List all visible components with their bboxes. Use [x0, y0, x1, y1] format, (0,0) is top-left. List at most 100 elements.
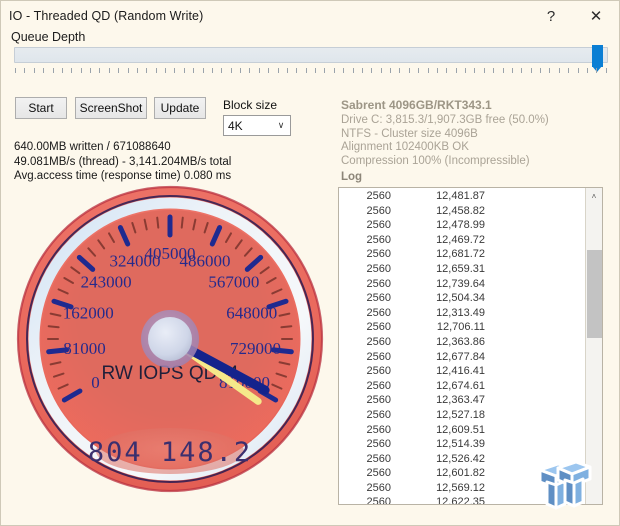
slider-tick: [427, 68, 429, 73]
slider-tick: [343, 68, 345, 73]
stats-written: 640.00MB written / 671088640: [14, 141, 171, 153]
log-row[interactable]: 2560 12,458.82: [339, 204, 584, 219]
log-row[interactable]: 2560 12,527.18: [339, 408, 584, 423]
slider-tick: [605, 68, 607, 73]
slider-tick: [530, 68, 532, 73]
log-row[interactable]: 2560 12,514.39: [339, 437, 584, 452]
slider-tick: [418, 68, 420, 73]
update-button[interactable]: Update: [154, 97, 206, 119]
log-row-value: 12,478.99: [436, 219, 485, 232]
slider-tick: [221, 68, 223, 73]
slider-tick: [352, 68, 354, 73]
queue-depth-slider[interactable]: [14, 45, 608, 81]
log-row-qd: 2560: [366, 350, 391, 363]
gauge-svg: 0810001620002430003240004050004860005670…: [16, 185, 324, 493]
gauge-tick-label: 486000: [179, 251, 230, 270]
slider-tick: [193, 68, 195, 73]
slider-tick: [52, 68, 54, 73]
slider-tick: [249, 68, 251, 73]
slider-tick: [493, 68, 495, 73]
gauge-tick-label: 81000: [63, 339, 106, 358]
log-row[interactable]: 2560 12,609.51: [339, 423, 584, 438]
slider-tick: [502, 68, 504, 73]
log-scrollbar[interactable]: ˄: [585, 188, 602, 504]
log-row-value: 12,527.18: [436, 408, 485, 421]
log-row[interactable]: 2560 12,674.61: [339, 379, 584, 394]
slider-tick: [446, 68, 448, 73]
screenshot-button[interactable]: ScreenShot: [75, 97, 147, 119]
log-row-value: 12,416.41: [436, 365, 485, 378]
log-row[interactable]: 2560 12,363.86: [339, 335, 584, 350]
log-row-qd: 2560: [366, 496, 391, 504]
gauge-tick-label: 243000: [81, 272, 132, 291]
log-row[interactable]: 2560 12,504.34: [339, 291, 584, 306]
gauge-tick-label: 729000: [230, 339, 281, 358]
log-row[interactable]: 2560 12,478.99: [339, 218, 584, 233]
slider-tick: [258, 68, 260, 73]
log-row[interactable]: 2560 12,313.49: [339, 306, 584, 321]
slider-tick: [136, 68, 138, 73]
log-row-value: 12,363.86: [436, 335, 485, 348]
slider-tick: [596, 68, 598, 73]
log-row-value: 12,313.49: [436, 306, 485, 319]
drive-capacity: Drive C: 3,815.3/1,907.3GB free (50.0%): [341, 114, 549, 126]
slider-track[interactable]: [14, 47, 608, 63]
slider-tick: [174, 68, 176, 73]
slider-tick: [155, 68, 157, 73]
log-row[interactable]: 2560 12,681.72: [339, 247, 584, 262]
slider-tick: [315, 68, 316, 73]
log-row-qd: 2560: [366, 365, 391, 378]
help-button[interactable]: ?: [529, 2, 573, 31]
log-row-qd: 2560: [366, 262, 391, 275]
slider-tick: [127, 68, 129, 73]
log-row[interactable]: 2560 12,659.31: [339, 262, 584, 277]
log-row[interactable]: 2560 12,469.72: [339, 233, 584, 248]
log-row-value: 12,609.51: [436, 423, 485, 436]
slider-tick: [390, 68, 391, 73]
slider-tick: [43, 68, 45, 73]
gauge-minor-tick: [47, 325, 60, 329]
slider-tick: [568, 68, 570, 73]
start-button[interactable]: Start: [15, 97, 67, 119]
slider-tick: [33, 68, 35, 73]
slider-tick: [474, 68, 476, 73]
log-row-qd: 2560: [366, 423, 391, 436]
gauge-value-display: 804 148.2: [88, 437, 252, 468]
slider-tick: [483, 68, 485, 73]
block-size-value: 4K: [228, 118, 243, 133]
slider-thumb[interactable]: [592, 45, 603, 72]
slider-tick: [202, 68, 204, 73]
log-row-value: 12,481.87: [436, 190, 485, 202]
log-row-value: 12,526.42: [436, 452, 485, 465]
close-button[interactable]: ✕: [573, 2, 619, 31]
slider-tick: [540, 68, 541, 73]
slider-ticks: [15, 68, 607, 76]
log-row[interactable]: 2560 12,739.64: [339, 277, 584, 292]
scroll-up-icon[interactable]: ˄: [586, 188, 602, 205]
stats-throughput: 49.081MB/s (thread) - 3,141.204MB/s tota…: [14, 155, 232, 168]
slider-tick: [230, 68, 232, 73]
log-row[interactable]: 2560 12,363.47: [339, 393, 584, 408]
gauge-tick-label: 567000: [208, 272, 259, 291]
block-size-label: Block size: [223, 98, 278, 112]
log-row-value: 12,458.82: [436, 204, 485, 217]
block-size-select[interactable]: 4K ∨: [223, 115, 291, 136]
scrollbar-thumb[interactable]: [587, 250, 602, 338]
slider-tick: [586, 68, 588, 73]
log-row-value: 12,469.72: [436, 233, 485, 246]
log-row[interactable]: 2560 12,416.41: [339, 364, 584, 379]
slider-tick: [61, 68, 63, 73]
log-row-value: 12,681.72: [436, 248, 485, 261]
log-row[interactable]: 2560 12,706.11: [339, 320, 584, 335]
log-row-qd: 2560: [366, 306, 391, 319]
log-row[interactable]: 2560 12,677.84: [339, 350, 584, 365]
slider-tick: [436, 68, 438, 73]
log-row-value: 12,677.84: [436, 350, 485, 363]
log-row-qd: 2560: [366, 467, 391, 480]
drive-name: Sabrent 4096GB/RKT343.1: [341, 98, 492, 112]
log-row-value: 12,622.35: [436, 496, 485, 504]
slider-tick: [99, 68, 101, 73]
slider-tick: [108, 68, 110, 73]
slider-tick: [324, 68, 326, 73]
log-row[interactable]: 2560 12,481.87: [339, 189, 584, 204]
